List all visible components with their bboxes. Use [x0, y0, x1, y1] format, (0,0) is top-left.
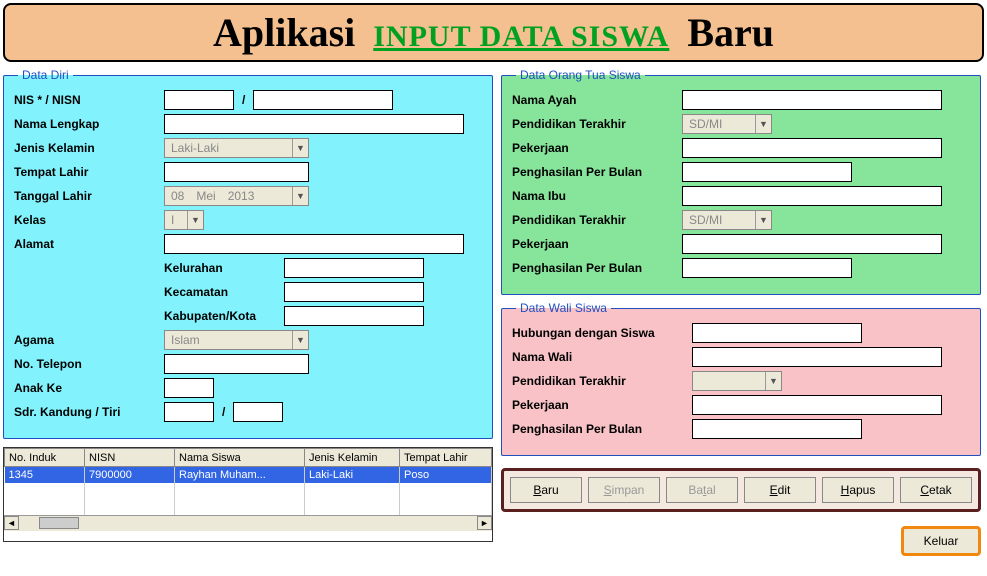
input-nama-ayah[interactable] — [682, 90, 942, 110]
label-sdr: Sdr. Kandung / Tiri — [14, 405, 164, 419]
input-tempat-lahir[interactable] — [164, 162, 309, 182]
title-mid: INPUT DATA SISWA — [373, 20, 669, 54]
select-pend-ayah[interactable]: SD/MI▼ — [682, 114, 772, 134]
input-nis[interactable] — [164, 90, 234, 110]
keluar-button[interactable]: Keluar — [901, 526, 981, 556]
input-kabupaten[interactable] — [284, 306, 424, 326]
input-nisn[interactable] — [253, 90, 393, 110]
select-pend-wali[interactable]: ▼ — [692, 371, 782, 391]
label-nama-wali: Nama Wali — [512, 350, 692, 364]
input-nama[interactable] — [164, 114, 464, 134]
legend-data-diri: Data Diri — [18, 68, 73, 82]
chevron-down-icon: ▼ — [755, 211, 771, 229]
input-nama-ibu[interactable] — [682, 186, 942, 206]
input-kerja-ayah[interactable] — [682, 138, 942, 158]
input-hub-wali[interactable] — [692, 323, 862, 343]
label-hub-wali: Hubungan dengan Siswa — [512, 326, 692, 340]
label-kelas: Kelas — [14, 213, 164, 227]
scroll-left-icon[interactable]: ◄ — [4, 516, 19, 530]
input-kerja-ibu[interactable] — [682, 234, 942, 254]
input-sdr-tiri[interactable] — [233, 402, 283, 422]
label-nis: NIS * / NISN — [14, 93, 164, 107]
chevron-down-icon: ▼ — [755, 115, 771, 133]
table-row[interactable] — [5, 499, 492, 515]
baru-button[interactable]: Baru — [510, 477, 582, 503]
grid-header: No. Induk NISN Nama Siswa Jenis Kelamin … — [5, 449, 492, 467]
input-penghasilan-ayah[interactable] — [682, 162, 852, 182]
input-kecamatan[interactable] — [284, 282, 424, 302]
label-pend-wali: Pendidikan Terakhir — [512, 374, 692, 388]
select-pend-ibu[interactable]: SD/MI▼ — [682, 210, 772, 230]
label-hasil-ibu: Penghasilan Per Bulan — [512, 261, 682, 275]
app-header: Aplikasi INPUT DATA SISWA Baru — [3, 3, 984, 62]
input-penghasilan-ibu[interactable] — [682, 258, 852, 278]
title-left: Aplikasi — [213, 9, 355, 56]
input-kelurahan[interactable] — [284, 258, 424, 278]
label-agama: Agama — [14, 333, 164, 347]
input-sdr-kandung[interactable] — [164, 402, 214, 422]
select-kelas[interactable]: I ▼ — [164, 210, 204, 230]
data-grid[interactable]: No. Induk NISN Nama Siswa Jenis Kelamin … — [3, 447, 493, 542]
fieldset-data-diri: Data Diri NIS * / NISN / Nama Lengkap Je… — [3, 68, 493, 439]
label-hasil-wali: Penghasilan Per Bulan — [512, 422, 692, 436]
chevron-down-icon: ▼ — [292, 331, 308, 349]
scroll-thumb[interactable] — [39, 517, 79, 529]
label-alamat: Alamat — [14, 237, 164, 251]
input-alamat[interactable] — [164, 234, 464, 254]
label-pend-ayah: Pendidikan Terakhir — [512, 117, 682, 131]
select-tgl-lahir[interactable]: 08 Mei 2013 ▼ — [164, 186, 309, 206]
label-kerja-ayah: Pekerjaan — [512, 141, 682, 155]
label-tempat: Tempat Lahir — [14, 165, 164, 179]
fieldset-data-ortu: Data Orang Tua Siswa Nama Ayah Pendidika… — [501, 68, 981, 295]
scroll-right-icon[interactable]: ► — [477, 516, 492, 530]
edit-button[interactable]: Edit — [744, 477, 816, 503]
chevron-down-icon: ▼ — [292, 139, 308, 157]
title-right: Baru — [687, 9, 774, 56]
input-kerja-wali[interactable] — [692, 395, 942, 415]
chevron-down-icon: ▼ — [765, 372, 781, 390]
table-row[interactable] — [5, 483, 492, 499]
fieldset-data-wali: Data Wali Siswa Hubungan dengan Siswa Na… — [501, 301, 981, 456]
hapus-button[interactable]: Hapus — [822, 477, 894, 503]
label-kabupaten: Kabupaten/Kota — [164, 309, 284, 323]
chevron-down-icon: ▼ — [187, 211, 203, 229]
label-nama-ayah: Nama Ayah — [512, 93, 682, 107]
input-penghasilan-wali[interactable] — [692, 419, 862, 439]
input-nama-wali[interactable] — [692, 347, 942, 367]
label-jk: Jenis Kelamin — [14, 141, 164, 155]
legend-ortu: Data Orang Tua Siswa — [516, 68, 645, 82]
label-kelurahan: Kelurahan — [164, 261, 284, 275]
label-anak-ke: Anak Ke — [14, 381, 164, 395]
label-telp: No. Telepon — [14, 357, 164, 371]
label-tgl: Tanggal Lahir — [14, 189, 164, 203]
label-nama: Nama Lengkap — [14, 117, 164, 131]
legend-wali: Data Wali Siswa — [516, 301, 611, 315]
input-anak-ke[interactable] — [164, 378, 214, 398]
simpan-button[interactable]: Simpan — [588, 477, 660, 503]
label-kerja-wali: Pekerjaan — [512, 398, 692, 412]
label-hasil-ayah: Penghasilan Per Bulan — [512, 165, 682, 179]
horizontal-scrollbar[interactable]: ◄ ► — [4, 515, 492, 531]
batal-button[interactable]: Batal — [666, 477, 738, 503]
select-agama[interactable]: Islam ▼ — [164, 330, 309, 350]
select-jk[interactable]: Laki-Laki ▼ — [164, 138, 309, 158]
table-row[interactable]: 13457900000Rayhan Muham...Laki-LakiPoso — [5, 467, 492, 483]
chevron-down-icon: ▼ — [292, 187, 308, 205]
label-nama-ibu: Nama Ibu — [512, 189, 682, 203]
label-kerja-ibu: Pekerjaan — [512, 237, 682, 251]
cetak-button[interactable]: Cetak — [900, 477, 972, 503]
button-bar: Baru Simpan Batal Edit Hapus Cetak — [501, 468, 981, 512]
label-kecamatan: Kecamatan — [164, 285, 284, 299]
label-pend-ibu: Pendidikan Terakhir — [512, 213, 682, 227]
input-telp[interactable] — [164, 354, 309, 374]
